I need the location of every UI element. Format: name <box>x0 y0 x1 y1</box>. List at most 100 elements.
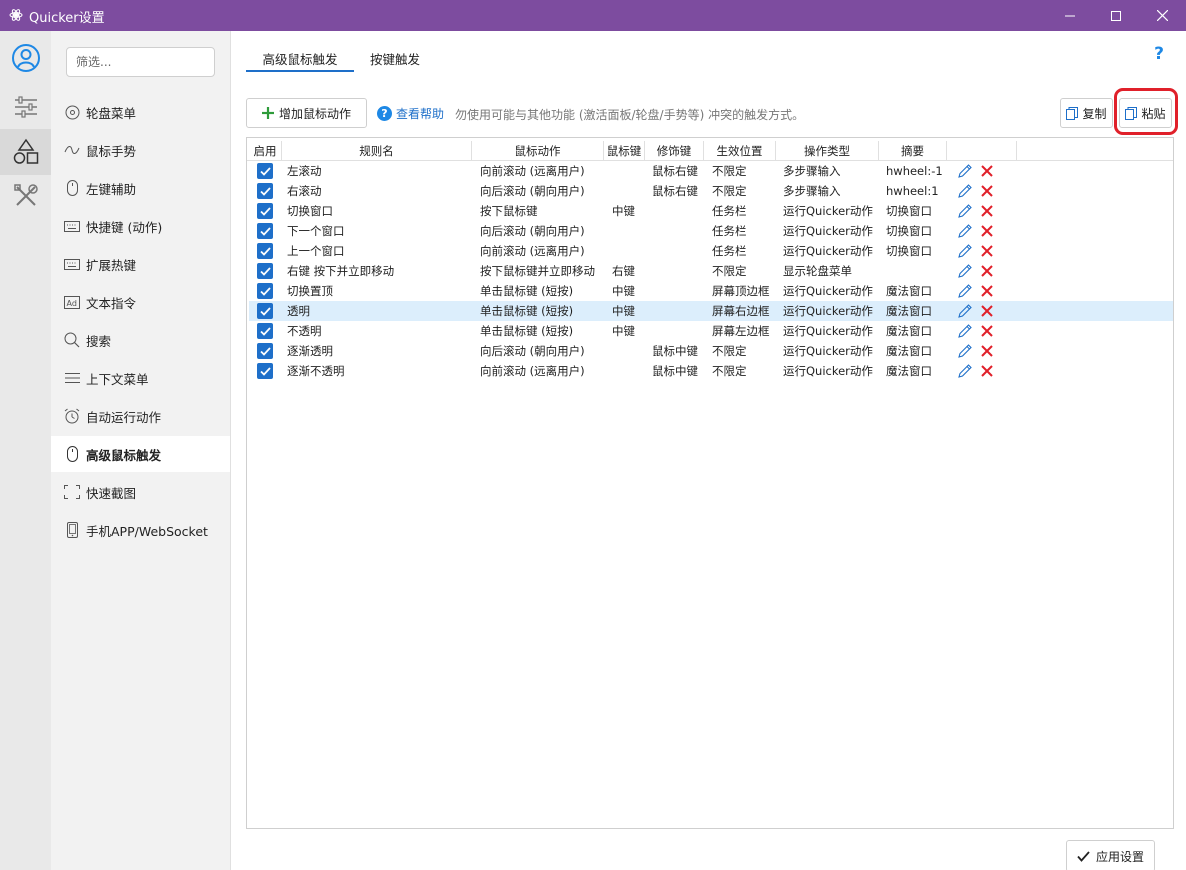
edit-pencil-icon[interactable] <box>957 303 973 319</box>
sidebar-item-quick-screenshot[interactable]: 快速截图 <box>51 474 230 510</box>
sidebar-item-left-assist[interactable]: 左键辅助 <box>51 170 230 206</box>
checkmark-icon <box>259 166 271 176</box>
enabled-checkbox[interactable] <box>257 263 273 279</box>
table-row[interactable]: 上一个窗口 向前滚动 (远离用户) 任务栏 运行Quicker动作 切换窗口 <box>249 241 1173 261</box>
sidebar-item-shortcut-action[interactable]: 快捷键 (动作) <box>51 208 230 244</box>
edit-pencil-icon[interactable] <box>957 183 973 199</box>
sidebar-item-context-menu[interactable]: 上下文菜单 <box>51 360 230 396</box>
edit-pencil-icon[interactable] <box>957 163 973 179</box>
col-header-op-type[interactable]: 操作类型 <box>776 141 879 161</box>
enabled-checkbox[interactable] <box>257 283 273 299</box>
delete-x-icon[interactable] <box>980 364 994 378</box>
delete-x-icon[interactable] <box>980 284 994 298</box>
edit-pencil-icon[interactable] <box>957 223 973 239</box>
cell-position: 屏幕左边框 <box>712 324 770 338</box>
sidebar-item-text-command[interactable]: Ad 文本指令 <box>51 284 230 320</box>
delete-x-icon[interactable] <box>980 204 994 218</box>
enabled-checkbox[interactable] <box>257 223 273 239</box>
add-mouse-action-button[interactable]: 增加鼠标动作 <box>246 98 367 128</box>
checkmark-icon <box>259 246 271 256</box>
tab-key-trigger[interactable]: 按键触发 <box>360 45 430 72</box>
cell-summary: hwheel:-1 <box>886 164 943 178</box>
enabled-checkbox[interactable] <box>257 323 273 339</box>
maximize-button[interactable] <box>1093 0 1139 31</box>
sidebar: 轮盘菜单 鼠标手势 左键辅助 快捷键 (动作) 扩展热键 Ad 文本指令 搜索 … <box>51 31 231 870</box>
table-row[interactable]: 透明 单击鼠标键 (短按) 中键 屏幕右边框 运行Quicker动作 魔法窗口 <box>249 301 1173 321</box>
cell-summary: 魔法窗口 <box>886 364 932 378</box>
sidebar-item-mouse-gesture[interactable]: 鼠标手势 <box>51 132 230 168</box>
enabled-checkbox[interactable] <box>257 203 273 219</box>
delete-x-icon[interactable] <box>980 344 994 358</box>
checkmark-icon <box>259 266 271 276</box>
table-row[interactable]: 下一个窗口 向后滚动 (朝向用户) 任务栏 运行Quicker动作 切换窗口 <box>249 221 1173 241</box>
enabled-checkbox[interactable] <box>257 163 273 179</box>
sidebar-item-auto-run[interactable]: 自动运行动作 <box>51 398 230 434</box>
col-header-position[interactable]: 生效位置 <box>704 141 776 161</box>
table-row[interactable]: 不透明 单击鼠标键 (短按) 中键 屏幕左边框 运行Quicker动作 魔法窗口 <box>249 321 1173 341</box>
col-header-enabled[interactable]: 启用 <box>249 141 282 161</box>
delete-x-icon[interactable] <box>980 244 994 258</box>
sidebar-item-search[interactable]: 搜索 <box>51 322 230 358</box>
table-row[interactable]: 右键 按下并立即移动 按下鼠标键并立即移动 右键 不限定 显示轮盘菜单 <box>249 261 1173 281</box>
sidebar-item-mobile-app[interactable]: 手机APP/WebSocket <box>51 512 230 548</box>
cell-summary: 切换窗口 <box>886 244 932 258</box>
enabled-checkbox[interactable] <box>257 183 273 199</box>
x-icon <box>981 225 993 237</box>
tab-advanced-mouse-trigger[interactable]: 高级鼠标触发 <box>246 45 354 72</box>
view-help-link[interactable]: ? 查看帮助 <box>377 105 444 122</box>
filter-input[interactable] <box>66 47 215 77</box>
col-header-modifier[interactable]: 修饰键 <box>645 141 704 161</box>
enabled-checkbox[interactable] <box>257 303 273 319</box>
help-question-icon[interactable]: ? <box>1151 44 1167 64</box>
col-header-mouse-button[interactable]: 鼠标键 <box>604 141 645 161</box>
shapes-icon <box>13 138 38 164</box>
enabled-checkbox[interactable] <box>257 363 273 379</box>
sliders-button[interactable] <box>0 84 51 130</box>
edit-pencil-icon[interactable] <box>957 243 973 259</box>
sidebar-item-radial-menu[interactable]: 轮盘菜单 <box>51 94 230 130</box>
sidebar-item-extended-hotkey[interactable]: 扩展热键 <box>51 246 230 282</box>
edit-pencil-icon[interactable] <box>957 343 973 359</box>
edit-pencil-icon[interactable] <box>957 283 973 299</box>
table-row[interactable]: 逐渐透明 向后滚动 (朝向用户) 鼠标中键 不限定 运行Quicker动作 魔法窗口 <box>249 341 1173 361</box>
table-row[interactable]: 切换窗口 按下鼠标键 中键 任务栏 运行Quicker动作 切换窗口 <box>249 201 1173 221</box>
delete-x-icon[interactable] <box>980 224 994 238</box>
edit-pencil-icon[interactable] <box>957 263 973 279</box>
edit-pencil-icon[interactable] <box>957 363 973 379</box>
cell-mouse-button <box>612 181 647 201</box>
edit-pencil-icon[interactable] <box>957 203 973 219</box>
delete-x-icon[interactable] <box>980 164 994 178</box>
sidebar-item-label: 搜索 <box>86 333 112 349</box>
mouse-icon <box>64 180 80 196</box>
tools-button[interactable] <box>0 173 51 219</box>
shapes-button[interactable] <box>0 129 51 175</box>
enabled-checkbox[interactable] <box>257 343 273 359</box>
user-button[interactable] <box>0 35 51 81</box>
col-header-rule-name[interactable]: 规则名 <box>282 141 472 161</box>
copy-button[interactable]: 复制 <box>1060 98 1113 128</box>
apply-settings-button[interactable]: 应用设置 <box>1066 840 1155 870</box>
edit-pencil-icon[interactable] <box>957 323 973 339</box>
table-row[interactable]: 右滚动 向后滚动 (朝向用户) 鼠标右键 不限定 多步骤输入 hwheel:1 <box>249 181 1173 201</box>
delete-x-icon[interactable] <box>980 304 994 318</box>
col-header-mouse-action[interactable]: 鼠标动作 <box>472 141 604 161</box>
keyboard-icon <box>64 256 80 272</box>
cell-modifier <box>652 221 707 241</box>
col-header-summary[interactable]: 摘要 <box>879 141 947 161</box>
table-row[interactable]: 切换置顶 单击鼠标键 (短按) 中键 屏幕顶边框 运行Quicker动作 魔法窗口 <box>249 281 1173 301</box>
enabled-checkbox[interactable] <box>257 243 273 259</box>
table-row[interactable]: 左滚动 向前滚动 (远离用户) 鼠标右键 不限定 多步骤输入 hwheel:-1 <box>249 161 1173 181</box>
delete-x-icon[interactable] <box>980 264 994 278</box>
cell-summary: 切换窗口 <box>886 204 932 218</box>
delete-x-icon[interactable] <box>980 324 994 338</box>
cell-rule-name: 逐渐透明 <box>287 344 333 358</box>
close-button[interactable] <box>1139 0 1185 31</box>
table-row[interactable]: 逐渐不透明 向前滚动 (远离用户) 鼠标中键 不限定 运行Quicker动作 魔法窗口 <box>249 361 1173 381</box>
minimize-button[interactable] <box>1047 0 1093 31</box>
cell-mouse-button: 中键 <box>612 204 635 218</box>
sidebar-item-advanced-mouse-trigger[interactable]: 高级鼠标触发 <box>51 436 230 472</box>
cell-op-type: 运行Quicker动作 <box>783 304 873 318</box>
cell-summary: hwheel:1 <box>886 184 939 198</box>
copy-icon <box>1066 106 1079 120</box>
delete-x-icon[interactable] <box>980 184 994 198</box>
